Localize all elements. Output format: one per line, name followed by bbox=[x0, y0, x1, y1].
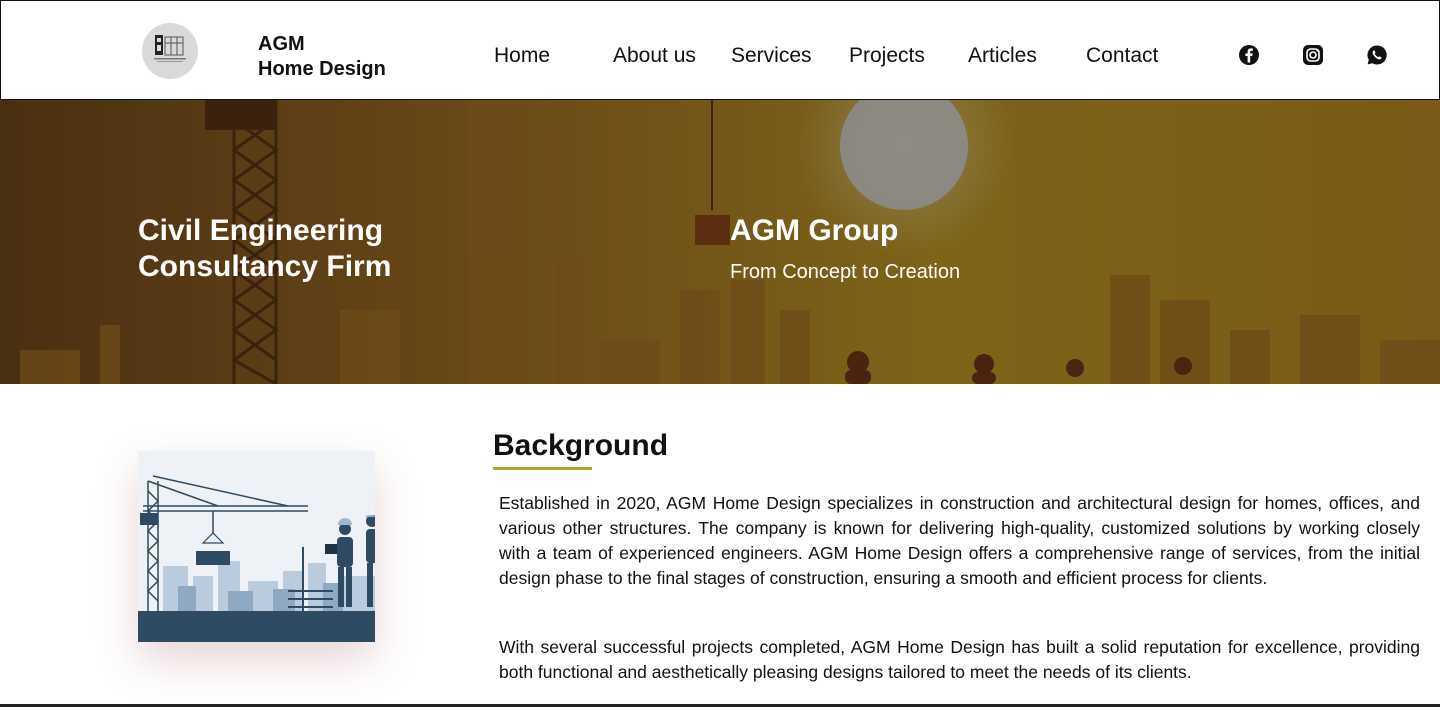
brand-line2: Home Design bbox=[258, 58, 386, 80]
nav-contact[interactable]: Contact bbox=[1086, 43, 1158, 69]
brand-name[interactable]: AGM Home Design bbox=[258, 32, 386, 82]
hero-title: Civil Engineering Consultancy Firm bbox=[138, 213, 391, 285]
hero-tagline: From Concept to Creation bbox=[730, 261, 961, 283]
instagram-icon[interactable] bbox=[1302, 44, 1324, 66]
construction-illustration bbox=[138, 451, 375, 642]
facebook-icon[interactable] bbox=[1238, 44, 1260, 66]
background-paragraph-2: With several successful projects complet… bbox=[499, 637, 1420, 682]
background-heading: Background bbox=[493, 429, 669, 462]
whatsapp-icon[interactable] bbox=[1366, 44, 1388, 66]
background-paragraph-1: Established in 2020, AGM Home Design spe… bbox=[499, 493, 1420, 588]
hero-title-line1: Civil Engineering bbox=[138, 214, 384, 247]
nav-services[interactable]: Services bbox=[731, 43, 812, 69]
hero-title-line2: Consultancy Firm bbox=[138, 250, 392, 283]
site-header: AGM Home Design Home About us Services P… bbox=[0, 0, 1440, 100]
nav-about-us[interactable]: About us bbox=[613, 43, 696, 69]
hero-banner: Civil Engineering Consultancy Firm AGM G… bbox=[0, 100, 1440, 384]
company-logo[interactable] bbox=[142, 23, 198, 79]
nav-articles[interactable]: Articles bbox=[968, 43, 1037, 69]
hero-group-name: AGM Group bbox=[730, 214, 899, 247]
heading-underline bbox=[493, 467, 592, 470]
brand-line1: AGM bbox=[258, 33, 305, 55]
nav-projects[interactable]: Projects bbox=[849, 43, 925, 69]
nav-home[interactable]: Home bbox=[494, 43, 550, 69]
